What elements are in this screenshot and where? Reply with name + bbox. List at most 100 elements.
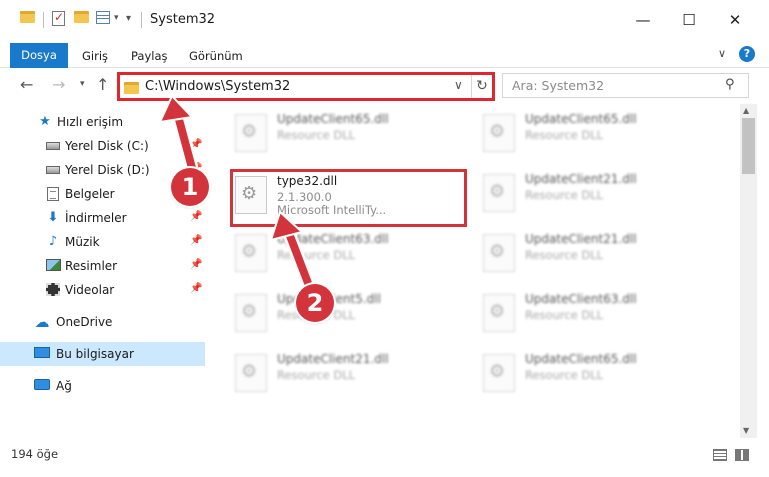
chevron-down-icon[interactable]: ∨: [718, 47, 726, 60]
file-type: Resource DLL: [277, 368, 356, 382]
pin-icon[interactable]: 📌: [190, 259, 202, 270]
videos-icon: [45, 283, 61, 297]
list-item[interactable]: UpdateClient21.dll Resource DLL: [478, 228, 708, 280]
list-item[interactable]: UpdateClient5.dll Resource DLL: [230, 288, 460, 340]
chevron-down-icon[interactable]: ∨: [454, 78, 463, 92]
file-type: Resource DLL: [277, 248, 356, 262]
refresh-button[interactable]: ↻: [471, 75, 492, 98]
customize-toolbar-icon[interactable]: ▾: [126, 13, 131, 31]
divider: [43, 12, 44, 28]
dll-file-icon: [483, 174, 515, 212]
dll-file-icon: [483, 234, 515, 272]
file-type: Resource DLL: [525, 308, 604, 322]
file-type: Resource DLL: [525, 248, 604, 262]
pin-icon[interactable]: 📌: [190, 139, 202, 150]
maximize-button[interactable]: ☐: [666, 9, 712, 31]
pin-icon[interactable]: 📌: [190, 283, 202, 294]
sidebar-item-label: Ağ: [56, 379, 72, 393]
file-name: UpdateClient65.dll: [277, 112, 389, 126]
list-item[interactable]: UpdateClient21.dll Resource DLL: [230, 348, 460, 400]
sidebar-item-label: Videolar: [65, 283, 115, 297]
chevron-down-icon[interactable]: ▾: [114, 13, 119, 31]
window-title: System32: [150, 12, 216, 27]
sidebar-item-label: Hızlı erişim: [57, 115, 124, 129]
file-list: UpdateClient65.dll Resource DLL type32.d…: [205, 104, 740, 438]
list-item[interactable]: UpdateClient63.dll Resource DLL: [230, 228, 460, 280]
title-bar: ▾ ▾ System32 — ☐ ✕: [0, 0, 769, 40]
drive-icon: [45, 139, 61, 153]
file-type: Resource DLL: [277, 128, 356, 142]
search-input[interactable]: Ara: System32 ⚲: [502, 73, 749, 98]
file-name: UpdateClient63.dll: [277, 232, 389, 246]
vertical-scrollbar[interactable]: ▲ ▼: [740, 104, 757, 438]
search-icon[interactable]: ⚲: [725, 77, 735, 92]
search-placeholder: Ara: System32: [512, 78, 605, 93]
sidebar-item-disk-c[interactable]: Yerel Disk (C:) 📌: [0, 134, 205, 158]
sidebar-item-label: OneDrive: [56, 315, 113, 329]
computer-icon: [34, 347, 50, 361]
properties-check-icon[interactable]: [52, 10, 65, 29]
dll-file-icon: [483, 354, 515, 392]
file-type: Resource DLL: [525, 188, 604, 202]
file-name: UpdateClient65.dll: [525, 112, 637, 126]
sidebar-item-onedrive[interactable]: ☁ OneDrive: [0, 310, 205, 334]
address-path[interactable]: C:\Windows\System32: [145, 79, 290, 94]
tab-home[interactable]: Giriş: [82, 44, 108, 68]
file-type: Resource DLL: [525, 368, 604, 382]
tab-view[interactable]: Görünüm: [189, 44, 243, 68]
list-item[interactable]: UpdateClient65.dll Resource DLL: [230, 108, 460, 160]
sidebar-item-videos[interactable]: Videolar 📌: [0, 278, 205, 302]
view-options-icon[interactable]: [96, 11, 110, 29]
new-folder-icon[interactable]: [74, 11, 89, 29]
drive-icon: [45, 163, 61, 177]
back-arrow-icon[interactable]: ←: [20, 75, 33, 94]
address-bar[interactable]: C:\Windows\System32 ∨ ↻: [117, 72, 495, 101]
forward-arrow-icon[interactable]: →: [52, 75, 65, 94]
item-count: 194 öğe: [11, 447, 59, 461]
pin-icon[interactable]: 📌: [190, 235, 202, 246]
sidebar-item-pictures[interactable]: Resimler 📌: [0, 254, 205, 278]
sidebar-item-label: Yerel Disk (C:): [65, 139, 149, 153]
sidebar-item-downloads[interactable]: ⬇ İndirmeler 📌: [0, 206, 205, 230]
large-icons-view-icon[interactable]: [735, 449, 749, 461]
file-name: UpdateClient21.dll: [525, 172, 637, 186]
step-2-badge: 2: [296, 284, 334, 322]
documents-icon: [45, 187, 61, 201]
dll-file-icon: [483, 114, 515, 152]
pin-icon[interactable]: 📌: [190, 211, 202, 222]
scrollbar-thumb[interactable]: [742, 118, 755, 174]
file-name: UpdateClient21.dll: [525, 232, 637, 246]
sidebar-item-network[interactable]: Ağ: [0, 374, 205, 398]
dll-file-icon: [235, 114, 267, 152]
sidebar-item-label: Yerel Disk (D:): [65, 163, 150, 177]
minimize-button[interactable]: —: [620, 9, 666, 31]
sidebar-item-quick-access[interactable]: ★ Hızlı erişim: [0, 110, 205, 134]
folder-icon: [20, 11, 35, 29]
help-icon[interactable]: ?: [739, 46, 755, 62]
status-bar: 194 öğe: [0, 440, 769, 470]
scroll-down-icon[interactable]: ▼: [743, 426, 749, 435]
up-arrow-icon[interactable]: ↑: [96, 75, 109, 94]
list-item[interactable]: UpdateClient21.dll Resource DLL: [478, 168, 708, 220]
download-icon: ⬇: [47, 210, 59, 225]
file-name: UpdateClient65.dll: [525, 352, 637, 366]
sidebar-item-this-pc[interactable]: Bu bilgisayar: [0, 342, 205, 366]
recent-locations-icon[interactable]: ▾: [80, 79, 85, 89]
sidebar-item-label: İndirmeler: [65, 211, 127, 225]
tab-share[interactable]: Paylaş: [131, 44, 168, 68]
dll-file-icon: [235, 234, 267, 272]
music-icon: ♪: [48, 234, 58, 249]
sidebar-item-label: Müzik: [65, 235, 100, 249]
ribbon-tabs: Dosya Giriş Paylaş Görünüm ∨ ?: [0, 40, 769, 68]
highlight-frame: [230, 169, 467, 227]
list-item[interactable]: UpdateClient65.dll Resource DLL: [478, 348, 708, 400]
scroll-up-icon[interactable]: ▲: [743, 106, 749, 115]
folder-icon: [124, 82, 139, 94]
file-name: UpdateClient21.dll: [277, 352, 389, 366]
tab-file[interactable]: Dosya: [10, 43, 68, 68]
sidebar-item-music[interactable]: ♪ Müzik 📌: [0, 230, 205, 254]
list-item[interactable]: UpdateClient63.dll Resource DLL: [478, 288, 708, 340]
close-button[interactable]: ✕: [712, 9, 758, 31]
list-item[interactable]: UpdateClient65.dll Resource DLL: [478, 108, 708, 160]
details-view-icon[interactable]: [713, 449, 727, 461]
